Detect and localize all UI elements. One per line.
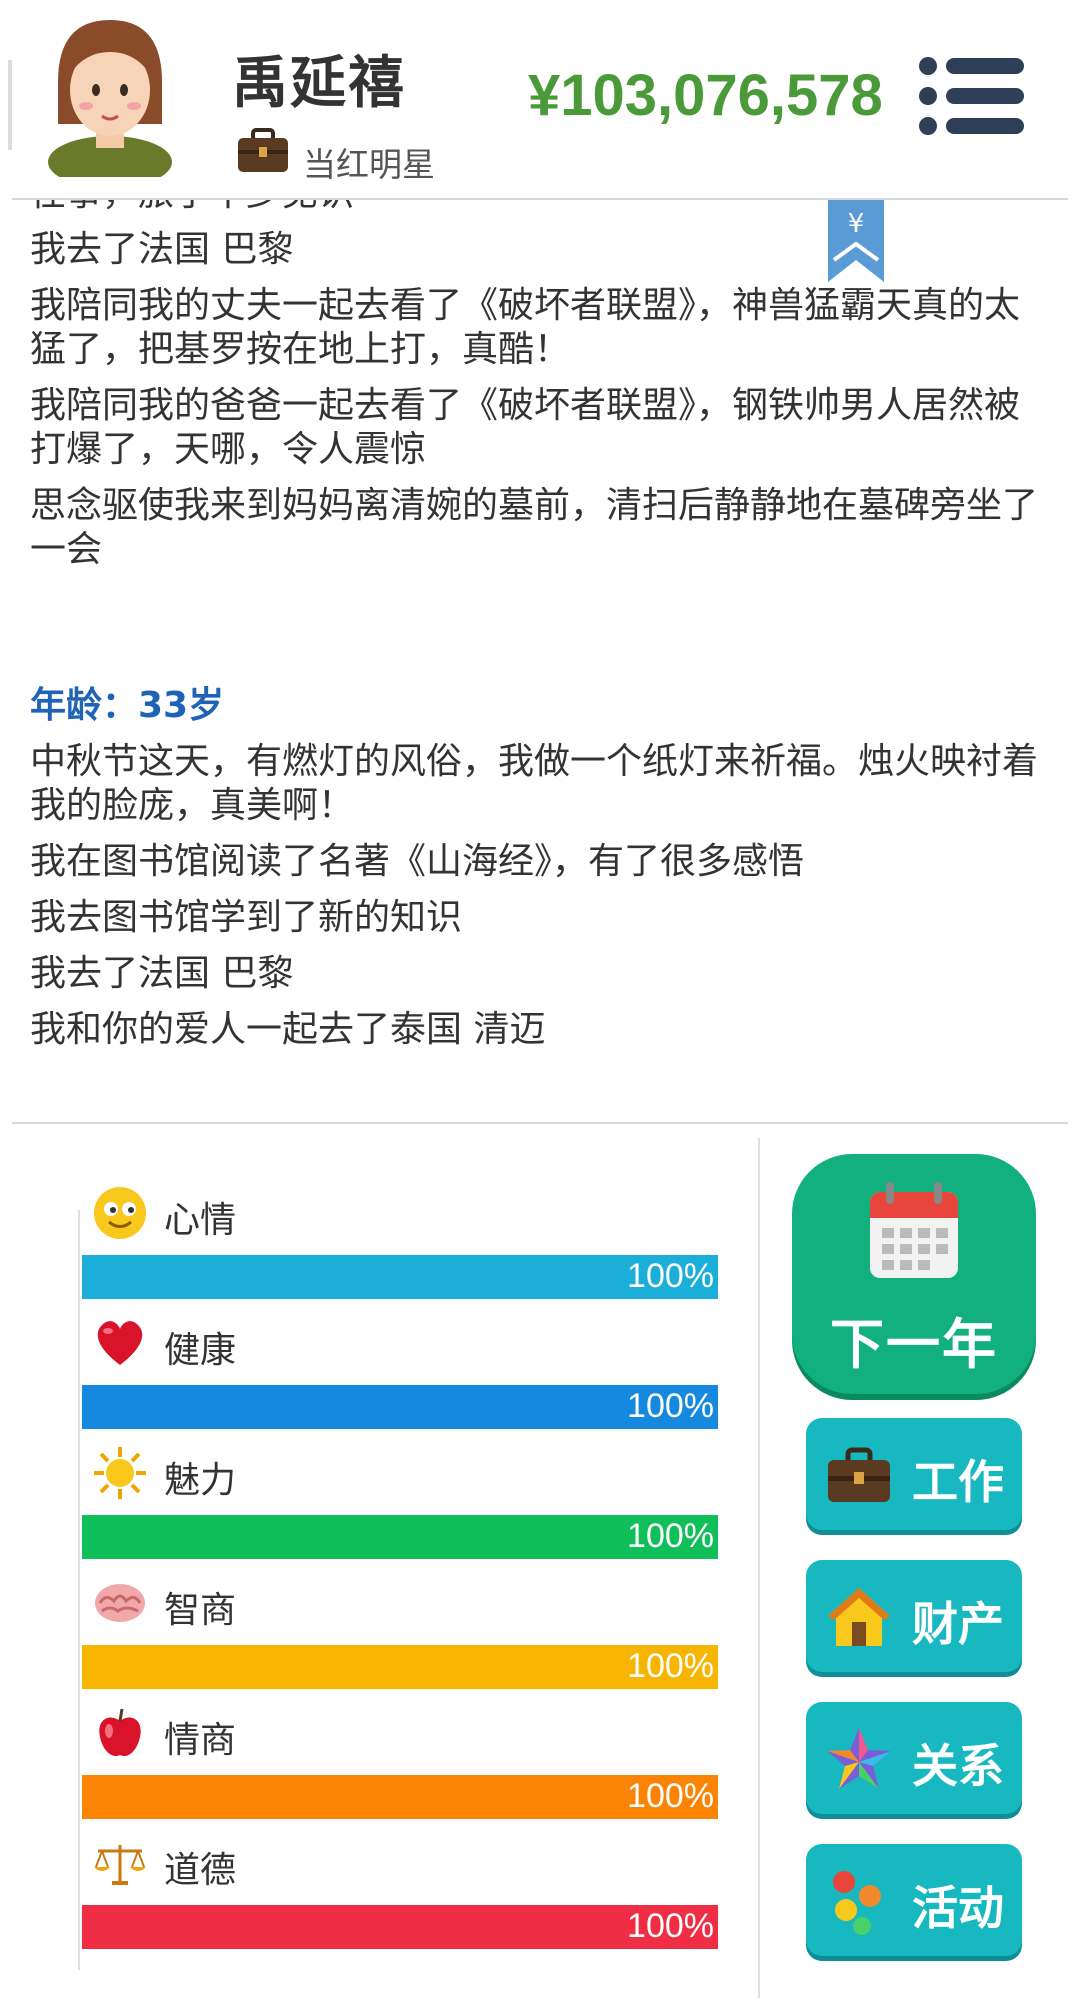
- section-divider: [12, 1122, 1068, 1124]
- stat-bar: 100%: [82, 1385, 718, 1429]
- stat-iq: 智商 100%: [78, 1575, 718, 1705]
- stat-eq: 情商 100%: [78, 1705, 718, 1835]
- stat-label: 道德: [164, 1850, 237, 1891]
- activity-label: 活动: [912, 1881, 1004, 1935]
- stat-bar: 100%: [82, 1255, 718, 1299]
- work-label: 工作: [912, 1455, 1004, 1509]
- property-label: 财产: [912, 1597, 1004, 1651]
- money-balance: ¥103,076,578: [528, 63, 883, 128]
- stat-label: 健康: [164, 1330, 237, 1371]
- heart-icon: [97, 1321, 143, 1365]
- svg-text:¥: ¥: [848, 209, 865, 239]
- stat-value: 100%: [627, 1647, 714, 1685]
- avatar[interactable]: [40, 12, 180, 177]
- side-divider: [758, 1138, 760, 1998]
- log-line: 我去了法国 巴黎: [30, 953, 294, 994]
- scales-icon: [94, 1845, 146, 1885]
- briefcase-icon: [238, 128, 288, 172]
- stat-mood: 心情 100%: [78, 1185, 718, 1315]
- log-line: 我去图书馆学到了新的知识: [30, 897, 463, 938]
- stat-morality: 道德 100%: [78, 1835, 718, 1965]
- activity-button[interactable]: 活动: [806, 1844, 1022, 1956]
- log-line: 我陪同我的爸爸一起去看了《破坏者联盟》，钢铁帅男人居然被打爆了，天哪，令人震惊: [30, 385, 1021, 470]
- work-button[interactable]: 工作: [806, 1418, 1022, 1530]
- stat-label: 心情: [164, 1200, 237, 1241]
- relations-button[interactable]: 关系: [806, 1702, 1022, 1814]
- stat-value: 100%: [627, 1387, 714, 1425]
- relations-label: 关系: [912, 1739, 1004, 1793]
- job-title: 当红明星: [303, 145, 435, 184]
- stat-charm: 魅力 100%: [78, 1445, 718, 1575]
- house-icon: [828, 1588, 890, 1646]
- briefcase-icon: [828, 1447, 890, 1502]
- apple-icon: [99, 1708, 141, 1757]
- stat-bar-fill: [82, 1645, 718, 1689]
- stat-label: 情商: [164, 1720, 237, 1761]
- stat-label: 智商: [164, 1590, 237, 1631]
- stat-label: 魅力: [164, 1460, 237, 1501]
- smiley-icon: [94, 1187, 146, 1239]
- stat-value: 100%: [627, 1907, 714, 1945]
- activity-dots-icon: [833, 1871, 881, 1935]
- next-year-label: 下一年: [830, 1313, 998, 1376]
- stat-bar: 100%: [82, 1515, 718, 1559]
- log-line: 任事，旅了不少见识: [30, 200, 1040, 216]
- player-name: 禹延禧: [232, 51, 406, 116]
- log-line: 我去了法国 巴黎: [30, 229, 294, 270]
- stat-health: 健康 100%: [78, 1315, 718, 1445]
- property-button[interactable]: 财产: [806, 1560, 1022, 1672]
- age-heading: 年龄：33岁: [30, 685, 225, 726]
- brain-icon: [95, 1584, 145, 1622]
- log-line: 思念驱使我来到妈妈离清婉的墓前，清扫后静静地在墓碑旁坐了一会: [30, 485, 1039, 570]
- yen-bookmark-icon[interactable]: ¥: [828, 200, 884, 282]
- stat-bar-fill: [82, 1515, 718, 1559]
- stat-value: 100%: [627, 1517, 714, 1555]
- next-year-button[interactable]: 下一年: [792, 1154, 1036, 1394]
- log-line: 中秋节这天，有燃灯的风俗，我做一个纸灯来祈福。烛火映衬着我的脸庞，真美啊！: [30, 741, 1039, 826]
- stat-bar: 100%: [82, 1775, 718, 1819]
- header: 禹延禧 当红明星 ¥103,076,578: [0, 0, 1080, 200]
- menu-icon[interactable]: [918, 56, 1026, 136]
- stat-value: 100%: [627, 1257, 714, 1295]
- log-line: 我陪同我的丈夫一起去看了《破坏者联盟》，神兽猛霸天真的太猛了，把基罗按在地上打，…: [30, 285, 1021, 370]
- sun-icon: [94, 1447, 146, 1499]
- calendar-icon: [870, 1182, 958, 1278]
- stat-bar: 100%: [82, 1905, 718, 1949]
- edge-bar: [8, 60, 12, 150]
- stat-bar-fill: [82, 1905, 718, 1949]
- log-spacer: [30, 584, 1040, 684]
- log-line: 我在图书馆阅读了名著《山海经》，有了很多感悟: [30, 841, 805, 882]
- stat-bar-fill: [82, 1775, 718, 1819]
- stat-value: 100%: [627, 1777, 714, 1815]
- event-log[interactable]: 任事，旅了不少见识 我去了法国 巴黎 我陪同我的丈夫一起去看了《破坏者联盟》，神…: [0, 200, 1080, 1120]
- stat-bar-fill: [82, 1255, 718, 1299]
- stat-bar: 100%: [82, 1645, 718, 1689]
- stat-bar-fill: [82, 1385, 718, 1429]
- stats-panel: 心情 100% 健康 100% 魅力 100% 智商 100% 情商 100% …: [78, 1185, 718, 1965]
- event-log-content: 任事，旅了不少见识 我去了法国 巴黎 我陪同我的丈夫一起去看了《破坏者联盟》，神…: [30, 200, 1040, 1064]
- log-line: 我和你的爱人一起去了泰国 清迈: [30, 1009, 546, 1050]
- star-icon: [827, 1728, 891, 1789]
